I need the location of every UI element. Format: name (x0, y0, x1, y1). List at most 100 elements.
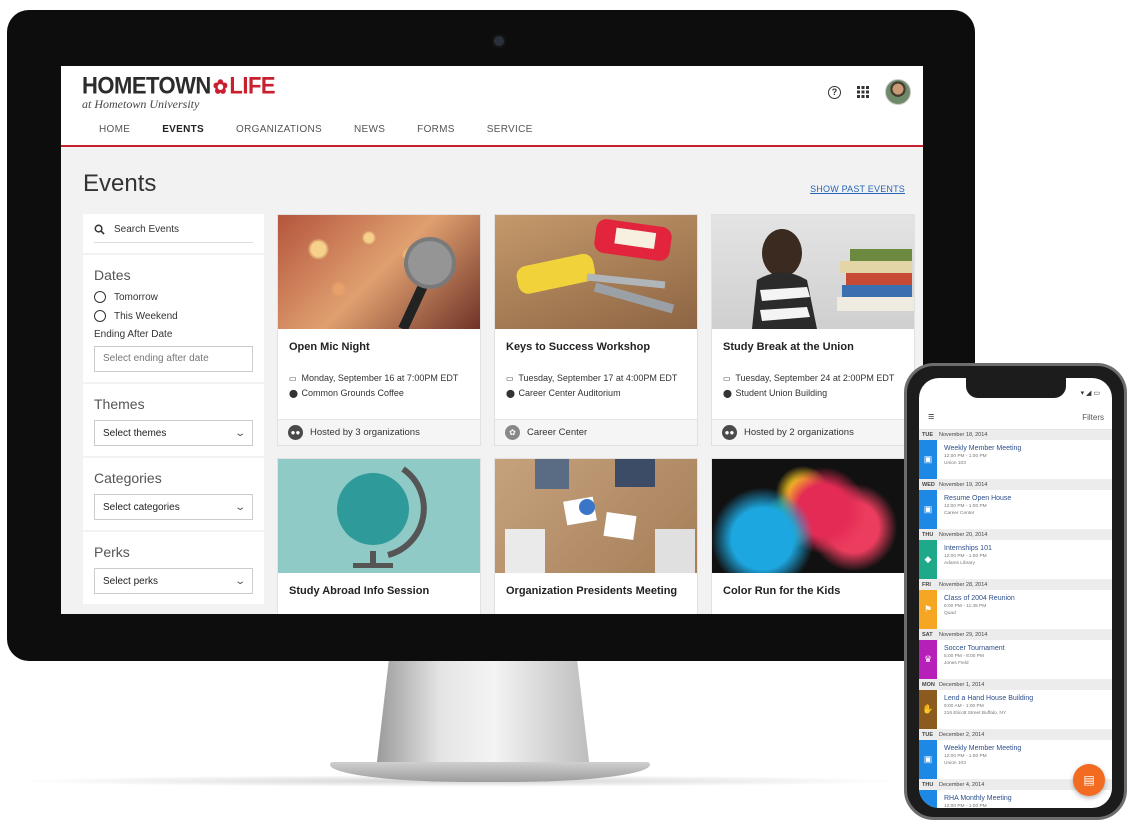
phone-event-time: 9:00 AM - 1:00 PM (944, 704, 984, 709)
phone-event-item[interactable]: ▣ Weekly Member Meeting 12:00 PM - 1:00 PM… (919, 440, 1112, 480)
select-value: Select themes (103, 427, 167, 439)
globe-icon (337, 466, 427, 568)
themes-select[interactable]: Select themes ⌄ (94, 420, 253, 446)
mobile-phone: ▾ ◢ ▭ ≡ Filters TUE November 18, 2014 ▣ Wee… (904, 363, 1127, 820)
map-fab-button[interactable]: ▤ (1073, 764, 1105, 796)
event-category-icon: ⚑ (919, 590, 937, 629)
event-card-study-abroad[interactable]: Study Abroad Info Session (277, 458, 481, 614)
event-card-study-break[interactable]: Study Break at the Union ▭ Tuesday, Sept… (711, 214, 915, 446)
nav-events[interactable]: EVENTS (146, 120, 221, 147)
status-bar-icons: ▾ ◢ ▭ (1080, 390, 1100, 397)
phone-event-title: RHA Monthly Meeting (944, 795, 1012, 802)
event-card-color-run[interactable]: Color Run for the Kids (711, 458, 915, 614)
day-header: MON December 1, 2014 (919, 680, 1112, 690)
help-icon[interactable]: ? (828, 85, 841, 99)
radio-label: This Weekend (114, 310, 178, 322)
radio-label: Tomorrow (114, 291, 158, 303)
event-card-open-mic[interactable]: Open Mic Night ▭ Monday, September 16 at… (277, 214, 481, 446)
categories-select[interactable]: Select categories ⌄ (94, 494, 253, 520)
avatar[interactable] (885, 79, 911, 105)
phone-event-place: Adams Library (944, 561, 975, 566)
location-pin-icon: ⬤ (723, 389, 732, 398)
nav-home[interactable]: HOME (83, 120, 146, 147)
perks-select[interactable]: Select perks ⌄ (94, 568, 253, 594)
phone-event-list: TUE November 18, 2014 ▣ Weekly Member Meeti… (919, 430, 1112, 808)
filters-button[interactable]: Filters (1082, 413, 1104, 422)
nav-forms[interactable]: FORMS (401, 120, 471, 147)
show-past-events-link[interactable]: SHOW PAST EVENTS (810, 184, 905, 194)
select-value: Select perks (103, 575, 159, 587)
phone-event-title: Resume Open House (944, 495, 1012, 502)
event-card-keys-to-success[interactable]: Keys to Success Workshop ▭ Tuesday, Sept… (494, 214, 698, 446)
nav-service[interactable]: SERVICE (471, 120, 549, 147)
brand-logo[interactable]: HOMETOWN ✿LIFE at Hometown University (82, 71, 276, 112)
event-card-org-presidents[interactable]: Organization Presidents Meeting (494, 458, 698, 614)
event-title: Study Break at the Union (723, 341, 854, 353)
nav-organizations[interactable]: ORGANIZATIONS (220, 120, 338, 147)
brand-name-left: HOMETOWN (82, 71, 211, 99)
search-input[interactable]: Search Events (94, 224, 253, 243)
apps-grid-icon[interactable] (855, 84, 871, 100)
event-host-text: Career Center (527, 427, 588, 438)
event-date-text: Monday, September 16 at 7:00PM EDT (301, 373, 459, 383)
desktop-screen: HOMETOWN ✿LIFE at Hometown University HOM… (61, 66, 923, 614)
event-location-text: Student Union Building (735, 388, 828, 398)
group-icon: ●● (288, 425, 303, 440)
phone-event-title: Weekly Member Meeting (944, 745, 1022, 752)
keys-icon (516, 219, 675, 314)
day-header: TUE November 18, 2014 (919, 430, 1112, 440)
event-location-text: Career Center Auditorium (518, 388, 621, 398)
phone-event-time: 6:00 PM - 11:45 PM (944, 604, 987, 609)
event-date-text: Tuesday, September 17 at 4:00PM EDT (518, 373, 678, 383)
phone-event-item[interactable]: ◆ Internships 101 12:00 PM - 1:00 PM Adams … (919, 540, 1112, 580)
dates-heading: Dates (94, 267, 131, 283)
event-location: ⬤ Common Grounds Coffee (278, 386, 480, 401)
radio-tomorrow[interactable]: Tomorrow (94, 291, 253, 303)
event-category-icon: ▣ (919, 490, 937, 529)
phone-event-title: Soccer Tournament (944, 645, 1005, 652)
radio-this-weekend[interactable]: This Weekend (94, 310, 253, 322)
perks-filter: Perks Select perks ⌄ (83, 532, 264, 604)
event-location: ⬤ Career Center Auditorium (495, 386, 697, 401)
day-date: November 29, 2014 (939, 632, 988, 638)
event-title: Keys to Success Workshop (506, 341, 651, 353)
event-host: ●● Hosted by 3 organizations (278, 419, 480, 445)
phone-event-item[interactable]: ✋ Lend a Hand House Building 9:00 AM - 1:0… (919, 690, 1112, 730)
career-center-logo-icon: ✿ (505, 425, 520, 440)
location-pin-icon: ⬤ (289, 389, 298, 398)
day-date: November 28, 2014 (939, 582, 988, 588)
perks-heading: Perks (94, 544, 130, 560)
phone-event-item[interactable]: ♛ Soccer Tournament 5:00 PM - 8:00 PM Jones… (919, 640, 1112, 680)
filters-sidebar: Search Events Dates Tomorrow This Weeken… (83, 214, 264, 614)
event-location: ⬤ Student Union Building (712, 386, 914, 401)
nav-news[interactable]: NEWS (338, 120, 401, 147)
phone-event-item[interactable]: ⚑ Class of 2004 Reunion 6:00 PM - 11:45 PM… (919, 590, 1112, 630)
hamburger-menu-icon[interactable]: ≡ (928, 411, 934, 423)
event-date: ▭ Tuesday, September 17 at 4:00PM EDT (495, 371, 697, 386)
ending-after-date-input[interactable]: Select ending after date (94, 346, 253, 372)
day-of-week: FRI (922, 582, 931, 588)
event-image-keys (495, 215, 697, 329)
phone-event-place: Union 103 (944, 461, 966, 466)
phone-screen: ▾ ◢ ▭ ≡ Filters TUE November 18, 2014 ▣ Wee… (919, 378, 1112, 808)
phone-event-place: Career Center (944, 511, 975, 516)
event-category-icon: ♛ (919, 640, 937, 679)
phone-event-title: Weekly Member Meeting (944, 445, 1022, 452)
location-pin-icon: ⬤ (506, 389, 515, 398)
event-category-icon: ◆ (919, 540, 937, 579)
phone-event-title: Internships 101 (944, 545, 992, 552)
event-text: Internships 101 12:00 PM - 1:00 PM Adams L… (937, 540, 992, 579)
phone-event-item[interactable]: ▣ Resume Open House 12:00 PM - 1:00 PM Care… (919, 490, 1112, 530)
calendar-icon: ▭ (506, 374, 514, 383)
app-header: HOMETOWN ✿LIFE at Hometown University HOM… (61, 66, 923, 147)
event-host: ✿ Career Center (495, 419, 697, 445)
phone-event-time: 12:00 PM - 1:00 PM (944, 554, 987, 559)
microphone-icon (398, 237, 456, 329)
event-text: Resume Open House 12:00 PM - 1:00 PM Caree… (937, 490, 1011, 529)
day-date: November 18, 2014 (939, 432, 988, 438)
brand-name-right: LIFE (229, 71, 276, 99)
event-text: RHA Monthly Meeting 12:00 PM - 1:00 PM (937, 790, 1012, 808)
meeting-icon (505, 459, 695, 573)
event-host: ●● Hosted by 2 organizations (712, 419, 914, 445)
event-category-icon: ▣ (919, 440, 937, 479)
